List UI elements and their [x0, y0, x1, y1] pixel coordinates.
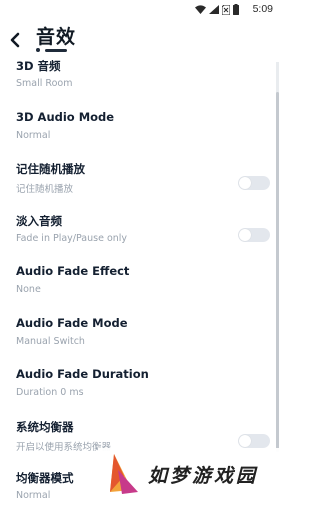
setting-audio-fade-effect[interactable]: Audio Fade Effect None	[0, 258, 281, 310]
wifi-icon	[195, 5, 206, 14]
setting-title: Audio Fade Effect	[16, 264, 130, 278]
scrollbar-thumb[interactable]	[276, 92, 279, 452]
watermark-logo-icon	[110, 454, 138, 494]
setting-subtitle: Duration 0 ms	[16, 387, 84, 398]
toggle-knob	[239, 434, 251, 447]
setting-fade-in-audio[interactable]: 淡入音频 Fade in Play/Pause only	[0, 207, 281, 259]
setting-subtitle: Fade in Play/Pause only	[16, 232, 128, 244]
setting-3d-audio-mode[interactable]: 3D Audio Mode Normal	[0, 104, 281, 156]
setting-subtitle: 记住随机播放	[16, 184, 74, 195]
setting-subtitle: None	[16, 284, 41, 295]
toggle-knob	[239, 228, 251, 241]
watermark: 如梦游戏园	[98, 448, 281, 500]
toggle-knob	[239, 177, 251, 189]
setting-title: Audio Fade Duration	[16, 367, 149, 381]
status-time: 5:09	[252, 3, 273, 15]
battery-icon	[233, 4, 239, 15]
no-sim-icon	[222, 4, 230, 15]
setting-title: 均衡器模式	[16, 471, 74, 485]
setting-title: 系统均衡器	[16, 419, 74, 434]
setting-subtitle: Small Room	[16, 78, 73, 89]
fade-in-audio-toggle[interactable]	[238, 227, 270, 242]
setting-remember-shuffle[interactable]: 记住随机播放 记住随机播放	[0, 155, 281, 207]
watermark-text: 如梦游戏园	[148, 464, 259, 487]
setting-title: 淡入音频	[16, 213, 62, 228]
setting-audio-fade-mode[interactable]: Audio Fade Mode Manual Switch	[0, 310, 281, 362]
setting-subtitle: Normal	[16, 129, 51, 141]
setting-subtitle: Manual Switch	[16, 335, 85, 347]
back-arrow-icon[interactable]	[6, 30, 26, 50]
setting-title: Audio Fade Mode	[16, 315, 128, 330]
setting-subtitle: 开启以使用系统均衡器	[16, 441, 112, 453]
system-equalizer-toggle[interactable]	[238, 433, 270, 448]
setting-subtitle: Normal	[16, 490, 51, 501]
settings-list: 3D 音频 Small Room 3D Audio Mode Normal 记住…	[0, 52, 281, 516]
setting-audio-fade-duration[interactable]: Audio Fade Duration Duration 0 ms	[0, 361, 281, 413]
setting-title: 3D 音频	[16, 59, 61, 73]
status-bar: 5:09	[0, 0, 281, 20]
page-title: 音效	[36, 26, 77, 48]
setting-title: 记住随机播放	[16, 162, 85, 176]
remember-shuffle-toggle[interactable]	[238, 176, 270, 190]
setting-3d-audio[interactable]: 3D 音频 Small Room	[0, 52, 281, 104]
system-icons	[195, 4, 239, 15]
signal-icon	[209, 5, 219, 14]
setting-title: 3D Audio Mode	[16, 109, 115, 124]
